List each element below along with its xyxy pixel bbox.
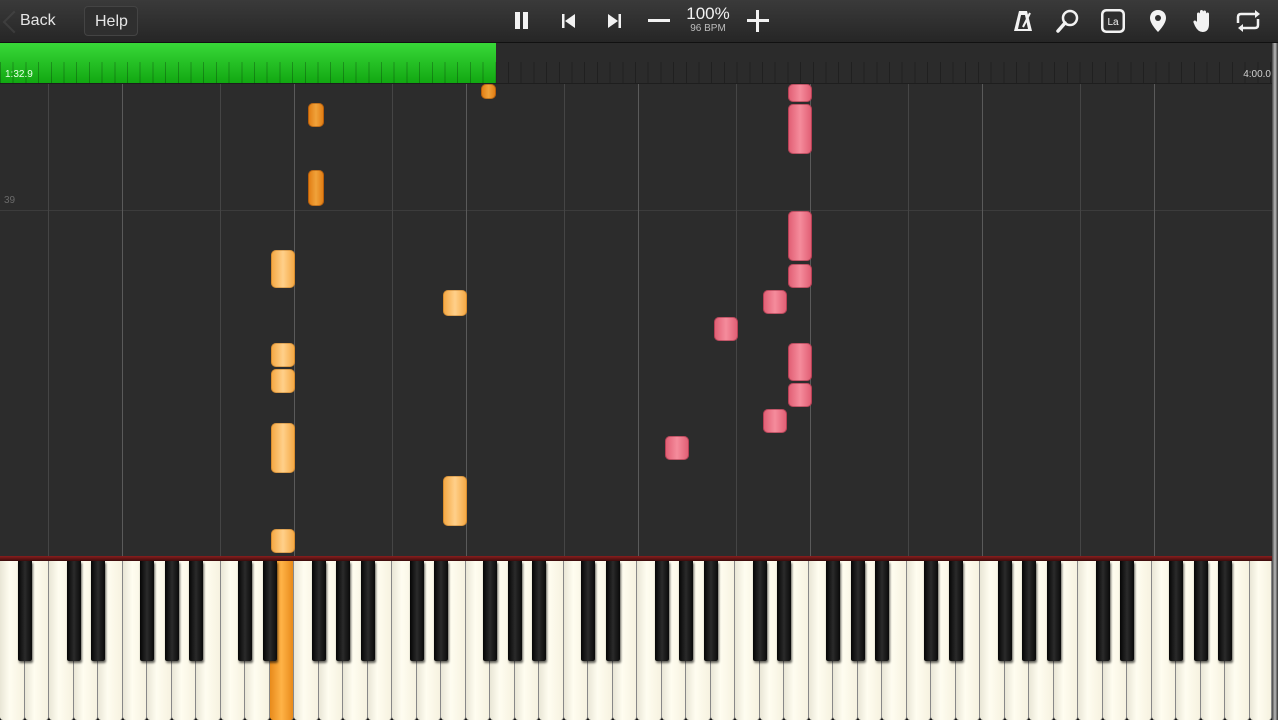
black-key[interactable] — [654, 561, 669, 661]
bar-line — [0, 210, 1272, 211]
guide-line — [810, 84, 811, 556]
black-key[interactable] — [581, 561, 595, 661]
guide-line — [982, 84, 983, 556]
black-key[interactable] — [752, 561, 767, 661]
right-hand-note — [271, 529, 295, 553]
help-button[interactable]: Help — [84, 6, 138, 36]
minus-icon[interactable] — [648, 19, 670, 22]
guide-line — [1080, 84, 1081, 556]
black-key[interactable] — [409, 561, 424, 661]
left-hand-note — [714, 317, 738, 341]
black-key[interactable] — [91, 561, 105, 661]
guide-line — [392, 84, 393, 556]
left-hand-note — [665, 436, 689, 460]
guide-line — [48, 84, 49, 556]
black-key[interactable] — [434, 561, 448, 661]
black-key[interactable] — [164, 561, 179, 661]
piano-keyboard[interactable] — [0, 556, 1272, 720]
black-key[interactable] — [189, 561, 203, 661]
left-hand-note — [788, 264, 812, 288]
black-key[interactable] — [875, 561, 889, 661]
right-hand-note — [308, 170, 324, 206]
loop-icon[interactable] — [1234, 7, 1262, 35]
black-key[interactable] — [997, 561, 1012, 661]
guide-line — [908, 84, 909, 556]
back-button[interactable]: Back — [10, 6, 72, 36]
guide-line — [122, 84, 123, 556]
previous-icon[interactable] — [556, 8, 582, 34]
left-hand-note — [788, 383, 812, 407]
metronome-icon[interactable] — [1009, 7, 1037, 35]
plus-icon[interactable] — [747, 10, 769, 32]
next-icon[interactable] — [601, 8, 627, 34]
black-key[interactable] — [850, 561, 865, 661]
search-icon[interactable] — [1054, 7, 1082, 35]
black-key[interactable] — [826, 561, 840, 661]
black-key[interactable] — [703, 561, 718, 661]
black-key[interactable] — [483, 561, 497, 661]
toolbar: Back Help 100% 96 BPM La — [0, 0, 1278, 43]
black-key[interactable] — [360, 561, 375, 661]
piano-roll[interactable]: 39 — [0, 84, 1272, 556]
guide-line — [1154, 84, 1155, 556]
black-key[interactable] — [777, 561, 791, 661]
guide-line — [564, 84, 565, 556]
right-hand-note — [271, 369, 295, 393]
current-time: 1:32.9 — [5, 69, 33, 80]
black-key[interactable] — [1022, 561, 1036, 661]
location-pin-icon[interactable] — [1144, 7, 1172, 35]
left-hand-note — [788, 211, 812, 261]
black-key[interactable] — [1218, 561, 1232, 661]
black-key[interactable] — [1095, 561, 1110, 661]
black-key[interactable] — [605, 561, 620, 661]
black-key[interactable] — [66, 561, 81, 661]
black-key[interactable] — [1169, 561, 1183, 661]
label-icon-text: La — [1107, 17, 1119, 28]
right-hand-note — [308, 103, 324, 127]
black-key[interactable] — [1046, 561, 1061, 661]
black-key[interactable] — [262, 561, 277, 661]
right-hand-note — [271, 250, 295, 288]
progress-ticks — [0, 62, 1278, 83]
bar-number: 39 — [4, 195, 16, 206]
black-key[interactable] — [17, 561, 32, 661]
right-hand-note — [481, 84, 496, 99]
speed-percent: 100% — [686, 4, 730, 23]
total-time: 4:00.0 — [1243, 69, 1271, 80]
left-hand-note — [788, 104, 812, 154]
black-key[interactable] — [532, 561, 546, 661]
label-icon[interactable]: La — [1099, 7, 1127, 35]
left-hand-note — [763, 409, 787, 433]
right-hand-note — [271, 423, 295, 473]
bpm-readout: 96 BPM — [690, 23, 726, 34]
right-hand-note — [443, 476, 467, 526]
left-hand-note — [788, 343, 812, 381]
black-key[interactable] — [311, 561, 326, 661]
black-key[interactable] — [948, 561, 963, 661]
black-key[interactable] — [336, 561, 350, 661]
black-key[interactable] — [1120, 561, 1134, 661]
black-key[interactable] — [238, 561, 252, 661]
guide-line — [220, 84, 221, 556]
black-key[interactable] — [924, 561, 938, 661]
left-hand-note — [788, 84, 812, 102]
guide-line — [638, 84, 639, 556]
left-hand-note — [763, 290, 787, 314]
black-key[interactable] — [140, 561, 154, 661]
black-key[interactable] — [679, 561, 693, 661]
black-key[interactable] — [507, 561, 522, 661]
white-key[interactable] — [1249, 561, 1272, 720]
guide-line — [294, 84, 295, 556]
right-hand-note — [443, 290, 467, 316]
pause-icon[interactable] — [508, 8, 534, 34]
hand-icon[interactable] — [1189, 7, 1217, 35]
right-hand-note — [271, 343, 295, 367]
black-key[interactable] — [1193, 561, 1208, 661]
window-edge — [1272, 43, 1278, 720]
